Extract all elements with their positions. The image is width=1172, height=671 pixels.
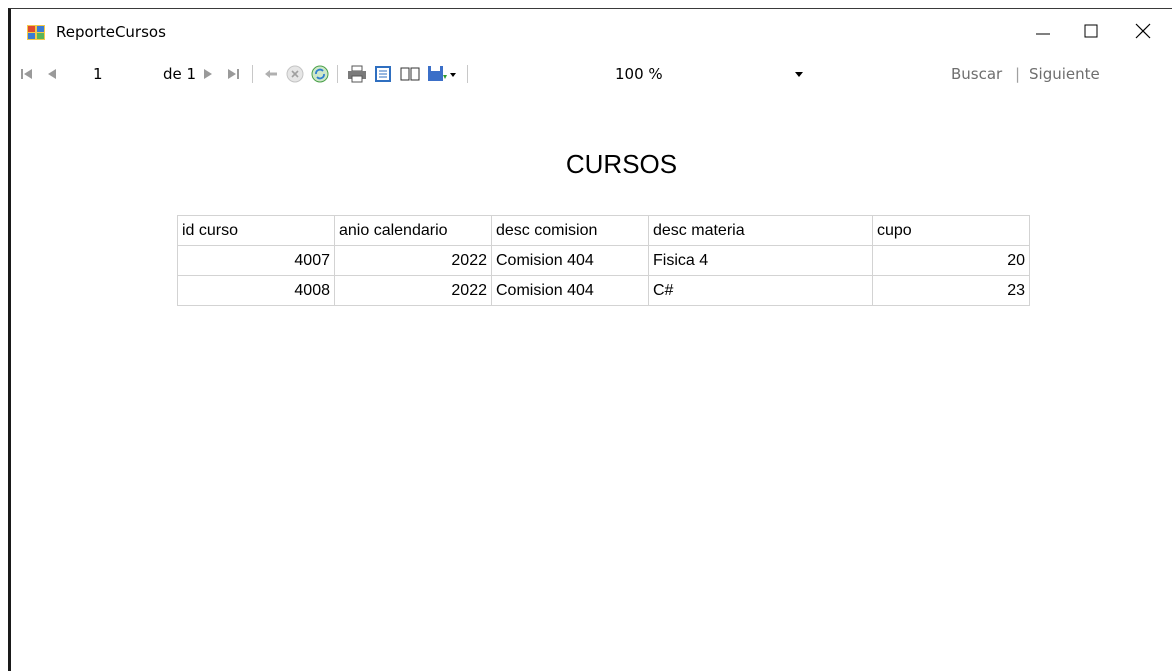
prev-page-icon [48,69,56,79]
chevron-down-icon [795,71,803,77]
column-header: desc comision [491,215,649,246]
export-icon [428,66,456,81]
table-cell: Comision 404 [491,275,649,306]
search-button[interactable]: Buscar [951,53,1002,95]
column-header: anio calendario [334,215,492,246]
search-input[interactable] [817,63,947,87]
report-viewer-window: ReporteCursos de 1 [8,8,1172,671]
first-page-button[interactable] [21,53,33,95]
next-page-icon [204,69,212,79]
toolbar-separator [337,65,338,83]
export-button[interactable] [427,53,457,95]
table-cell: 23 [872,275,1030,306]
column-header: desc materia [648,215,873,246]
refresh-icon [311,65,329,83]
first-page-icon [21,69,32,79]
page-setup-button[interactable] [400,53,420,95]
close-button[interactable] [1120,9,1166,53]
last-page-icon [228,69,239,79]
print-button[interactable] [347,53,367,95]
last-page-button[interactable] [227,53,239,95]
maximize-icon [1084,24,1098,38]
app-icon [27,25,45,40]
page-number-input[interactable] [87,63,155,85]
table-cell: C# [648,275,873,306]
table-cell: Fisica 4 [648,245,873,276]
zoom-value: 100 % [615,65,663,83]
stop-icon [286,65,304,83]
column-header: cupo [872,215,1030,246]
zoom-dropdown[interactable]: 100 % [615,63,803,85]
page-count-label: de 1 [163,65,197,83]
report-table: id curso anio calendario desc comision d… [177,215,1030,306]
table-cell: 4008 [177,275,335,306]
table-cell: Comision 404 [491,245,649,276]
page-setup-icon [400,67,420,81]
refresh-button[interactable] [311,53,329,95]
close-icon [1135,23,1151,39]
table-row: 4008 2022 Comision 404 C# 23 [177,275,1030,306]
table-cell: 2022 [334,245,492,276]
next-match-button[interactable]: Siguiente [1029,53,1100,95]
stop-button[interactable] [286,53,304,95]
toolbar-separator [467,65,468,83]
minimize-button[interactable] [1020,9,1066,53]
title-bar: ReporteCursos [11,9,1172,53]
report-title: CURSOS [565,149,678,179]
table-cell: 20 [872,245,1030,276]
maximize-button[interactable] [1068,9,1114,53]
table-header-row: id curso anio calendario desc comision d… [177,215,1030,246]
window-title: ReporteCursos [56,23,166,41]
print-icon [348,65,366,83]
search-separator: | [1015,65,1021,83]
table-cell: 2022 [334,275,492,306]
prev-page-button[interactable] [47,53,57,95]
table-row: 4007 2022 Comision 404 Fisica 4 20 [177,245,1030,276]
back-icon [265,70,277,78]
toolbar-separator [252,65,253,83]
report-toolbar: de 1 100 % [11,53,1172,95]
table-cell: 4007 [177,245,335,276]
next-page-button[interactable] [203,53,213,95]
print-layout-icon [375,66,391,82]
back-button[interactable] [264,53,278,95]
minimize-icon [1036,33,1050,35]
print-layout-button[interactable] [374,53,392,95]
column-header: id curso [177,215,335,246]
